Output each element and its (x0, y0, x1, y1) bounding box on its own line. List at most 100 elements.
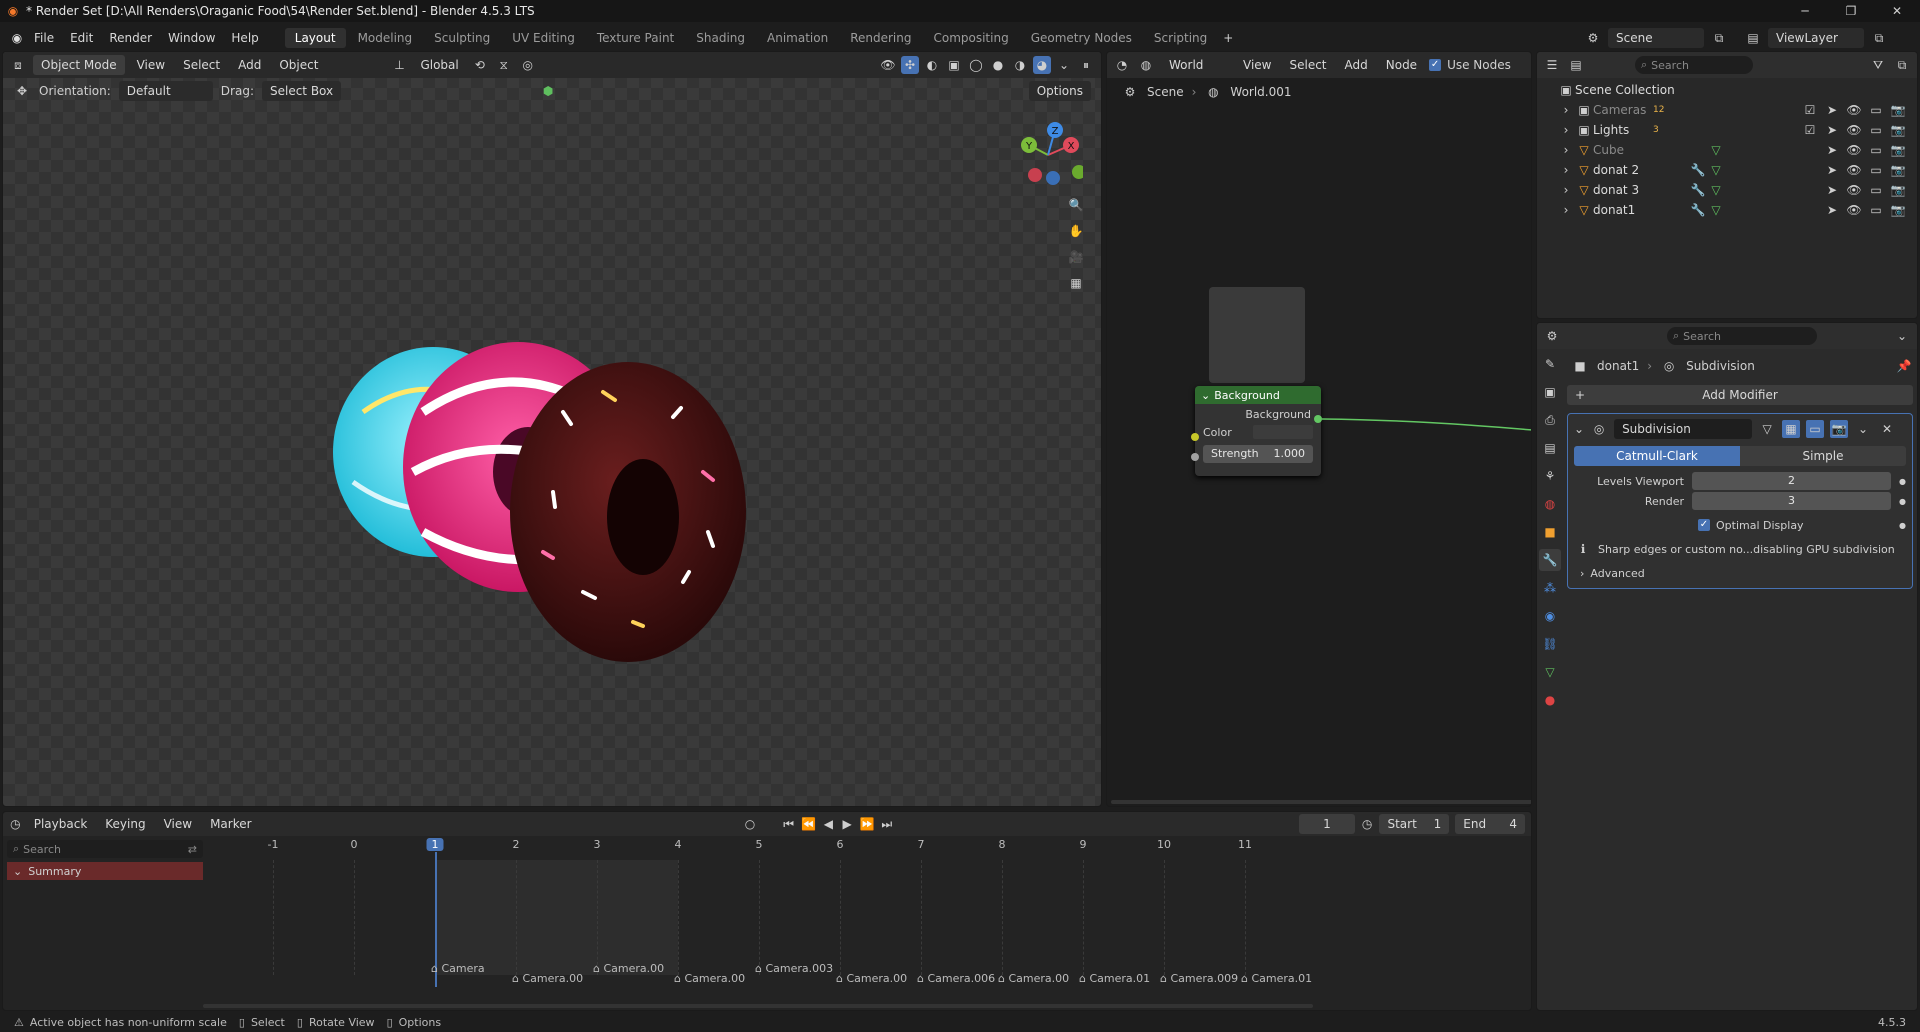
tool-tab-icon[interactable]: ✎ (1539, 353, 1561, 375)
outliner-search[interactable]: ⌕ Search (1635, 56, 1753, 74)
snap-icon[interactable]: ⧖ (495, 56, 513, 74)
overlay-icon[interactable]: ◐ (923, 56, 941, 74)
camera-view-icon[interactable]: 🎥 (1067, 248, 1085, 266)
gizmo-toggle-icon[interactable]: ✣ (901, 56, 919, 74)
tab-shading[interactable]: Shading (686, 28, 755, 48)
solid-shading-icon[interactable]: ● (989, 56, 1007, 74)
viewport-display-icon[interactable]: ▭ (1867, 201, 1885, 219)
properties-type-icon[interactable]: ⚙ (1543, 327, 1561, 345)
breadcrumb-scene[interactable]: Scene (1147, 85, 1184, 99)
pin-icon[interactable]: 📌 (1895, 357, 1913, 375)
keyframe-dot-icon[interactable]: ● (1899, 497, 1906, 506)
node-color-socket[interactable] (1191, 433, 1199, 441)
exclude-checkbox-icon[interactable] (1801, 161, 1819, 179)
tab-texture-paint[interactable]: Texture Paint (587, 28, 684, 48)
jump-start-icon[interactable]: ⏮ (782, 815, 795, 833)
exclude-checkbox-icon[interactable] (1801, 141, 1819, 159)
timeline-search[interactable]: ⌕ Search ⇄ (7, 840, 203, 858)
play-icon[interactable]: ▶ (841, 815, 854, 833)
pause-render-icon[interactable]: ⏸ (1077, 56, 1095, 74)
modifier-collapse-icon[interactable]: ⌄ (1574, 422, 1584, 436)
expand-chevron-icon[interactable]: › (1557, 141, 1575, 159)
orientation-selector[interactable]: Default (118, 81, 213, 101)
tab-scripting[interactable]: Scripting (1144, 28, 1217, 48)
render-camera-icon[interactable]: 📷 (1889, 101, 1907, 119)
viewport-display-icon[interactable]: ▭ (1867, 141, 1885, 159)
add-modifier-button[interactable]: + Add Modifier (1567, 385, 1913, 405)
timeline-type-icon[interactable]: ◷ (9, 815, 22, 833)
camera-marker[interactable]: ⌂ Camera.00 (836, 972, 907, 985)
camera-marker[interactable]: ⌂ Camera.003 (755, 962, 833, 975)
remove-modifier-icon[interactable]: ✕ (1878, 420, 1896, 438)
drag-selector[interactable]: Select Box (261, 81, 342, 101)
optimal-display-checkbox[interactable]: ✓ (1698, 519, 1710, 531)
menu-render[interactable]: Render (101, 28, 160, 48)
node-color-swatch[interactable] (1253, 425, 1313, 439)
ortho-grid-icon[interactable]: ▦ (1067, 274, 1085, 292)
world-selector[interactable]: World (1161, 55, 1231, 75)
viewport-menu-view[interactable]: View (131, 55, 171, 75)
realtime-icon[interactable]: ▭ (1806, 420, 1825, 438)
visibility-icon[interactable]: 👁 (879, 56, 897, 74)
selectable-arrow-icon[interactable]: ➤ (1823, 161, 1841, 179)
keyframe-dot-icon[interactable]: ● (1899, 521, 1906, 530)
rendered-shading-icon[interactable]: ◕ (1033, 56, 1051, 74)
camera-marker[interactable]: ⌂ Camera.00 (674, 972, 745, 985)
timeline-menu-view[interactable]: View (158, 814, 198, 834)
close-icon[interactable]: ✕ (1874, 2, 1920, 20)
editor-type-icon[interactable]: ⧈ (9, 56, 27, 74)
exclude-checkbox-icon[interactable]: ☑ (1801, 101, 1819, 119)
timeline[interactable]: ◷ Playback Keying View Marker ○ ⏮ ⏪ ◀ ▶ … (2, 811, 1532, 1011)
properties-editor[interactable]: ⚙ ⌕ Search ⌄ ✎ ▣ ⎙ ▤ ⚘ ◍ ■ 🔧 ⁂ ◉ ⛓ ▽ ● ■… (1536, 322, 1918, 1011)
scene-collection-row[interactable]: ▣ Scene Collection (1557, 80, 1917, 100)
tab-layout[interactable]: Layout (284, 28, 346, 48)
node-editor-type-icon[interactable]: ◔ (1113, 56, 1131, 74)
viewport-display-icon[interactable]: ▭ (1867, 181, 1885, 199)
node-collapse-icon[interactable]: ⌄ (1201, 389, 1210, 402)
expand-chevron-icon[interactable]: › (1557, 101, 1575, 119)
catmull-clark-button[interactable]: Catmull-Clark (1574, 446, 1740, 466)
keyframe-dot-icon[interactable]: ● (1899, 477, 1906, 486)
tab-sculpting[interactable]: Sculpting (424, 28, 500, 48)
menu-file[interactable]: File (26, 28, 62, 48)
render-camera-icon[interactable]: 📷 (1889, 161, 1907, 179)
node-menu-view[interactable]: View (1237, 55, 1277, 75)
eye-icon[interactable]: 👁 (1845, 201, 1863, 219)
camera-marker[interactable]: ⌂ Camera.01 (1079, 972, 1150, 985)
menu-window[interactable]: Window (160, 28, 223, 48)
viewlayer-selector[interactable]: ViewLayer (1768, 28, 1864, 48)
blender-menu-icon[interactable]: ◉ (8, 29, 26, 47)
viewport-display-icon[interactable]: ▭ (1867, 121, 1885, 139)
render-camera-icon[interactable]: 📷 (1889, 181, 1907, 199)
render-icon[interactable]: 📷 (1830, 420, 1849, 438)
mode-selector[interactable]: Object Mode (33, 55, 125, 75)
camera-marker[interactable]: ⌂ Camera.01 (1241, 972, 1312, 985)
particles-tab-icon[interactable]: ⁂ (1539, 577, 1561, 599)
selectable-arrow-icon[interactable]: ➤ (1823, 101, 1841, 119)
camera-marker[interactable]: ⌂ Camera.009 (1160, 972, 1238, 985)
tab-animation[interactable]: Animation (757, 28, 838, 48)
scene-selector[interactable]: Scene (1608, 28, 1704, 48)
menu-help[interactable]: Help (223, 28, 266, 48)
exclude-checkbox-icon[interactable] (1801, 201, 1819, 219)
zoom-icon[interactable]: 🔍 (1067, 196, 1085, 214)
viewport-options-button[interactable]: Options (1028, 81, 1091, 101)
selectable-arrow-icon[interactable]: ➤ (1823, 141, 1841, 159)
expand-chevron-icon[interactable]: › (1557, 201, 1575, 219)
exclude-checkbox-icon[interactable] (1801, 181, 1819, 199)
render-tab-icon[interactable]: ▣ (1539, 381, 1561, 403)
exclude-checkbox-icon[interactable]: ☑ (1801, 121, 1819, 139)
new-collection-icon[interactable]: ⧉ (1893, 56, 1911, 74)
outliner-row-donat-2[interactable]: › ▽ donat 2 🔧 ▽ ➤ 👁 ▭ 📷 (1557, 160, 1917, 180)
render-camera-icon[interactable]: 📷 (1889, 141, 1907, 159)
eye-icon[interactable]: 👁 (1845, 141, 1863, 159)
prev-keyframe-icon[interactable]: ⏪ (801, 815, 816, 833)
render-camera-icon[interactable]: 📷 (1889, 121, 1907, 139)
viewlayer-icon[interactable]: ▤ (1744, 29, 1762, 47)
navigation-gizmo[interactable]: X Y Z (1013, 120, 1083, 190)
maximize-icon[interactable]: ❐ (1828, 2, 1874, 20)
selectable-arrow-icon[interactable]: ➤ (1823, 121, 1841, 139)
outliner-row-cameras[interactable]: › ▣ Cameras 12 ☑ ➤ 👁 ▭ 📷 (1557, 100, 1917, 120)
timeline-menu-keying[interactable]: Keying (99, 814, 151, 834)
viewport-menu-select[interactable]: Select (177, 55, 226, 75)
